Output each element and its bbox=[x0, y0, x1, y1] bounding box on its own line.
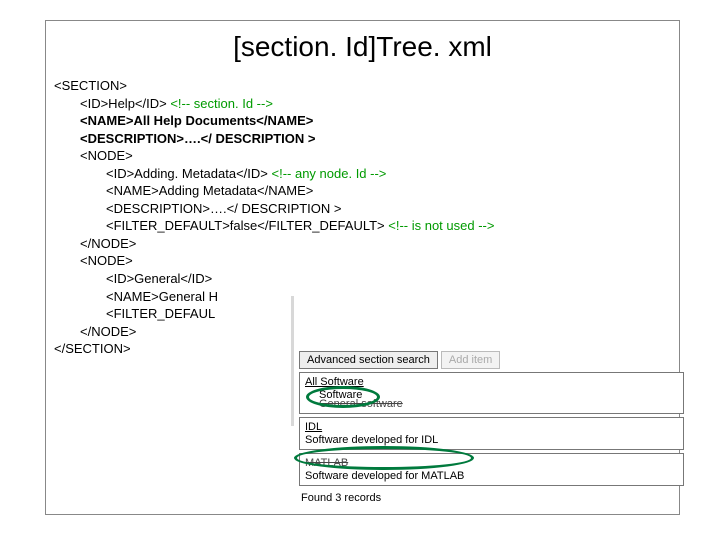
xml-text: <FILTER_DEFAULT>false</FILTER_DEFAULT> bbox=[106, 218, 388, 233]
xml-line: <DESCRIPTION>….</ DESCRIPTION > bbox=[54, 200, 679, 218]
xml-line: <NAME>All Help Documents</NAME> bbox=[54, 112, 679, 130]
result-item[interactable]: MATLAB Software developed for MATLAB bbox=[299, 453, 684, 486]
tab-add-item[interactable]: Add item bbox=[441, 351, 500, 369]
sub-text-struck: General software bbox=[305, 398, 678, 410]
slide-card: [section. Id]Tree. xml <SECTION> <ID>Hel… bbox=[45, 20, 680, 515]
xml-comment: <!-- section. Id --> bbox=[170, 96, 273, 111]
xml-line: <NAME>Adding Metadata</NAME> bbox=[54, 182, 679, 200]
tab-advanced-search[interactable]: Advanced section search bbox=[299, 351, 438, 369]
result-title-struck: MATLAB bbox=[305, 457, 678, 469]
xml-text: <ID>Adding. Metadata</ID> bbox=[106, 166, 272, 181]
separator-bar bbox=[291, 296, 294, 426]
xml-line: <FILTER_DEFAULT>false</FILTER_DEFAULT> <… bbox=[54, 217, 679, 235]
xml-line: </NODE> bbox=[54, 323, 679, 341]
xml-line: <SECTION> bbox=[54, 77, 679, 95]
xml-line: </NODE> bbox=[54, 235, 679, 253]
xml-line: <DESCRIPTION>….</ DESCRIPTION > bbox=[54, 130, 679, 148]
result-title: All Software bbox=[305, 376, 678, 388]
result-subtitle: Software developed for MATLAB bbox=[305, 470, 678, 482]
result-item[interactable]: IDL Software developed for IDL bbox=[299, 417, 684, 450]
result-subtitle: Software developed for IDL bbox=[305, 434, 678, 446]
xml-code-block: <SECTION> <ID>Help</ID> <!-- section. Id… bbox=[46, 77, 679, 358]
result-title: IDL bbox=[305, 421, 678, 433]
result-item[interactable]: All Software Software General software bbox=[299, 372, 684, 414]
xml-line: <FILTER_DEFAUL bbox=[54, 305, 679, 323]
slide-title: [section. Id]Tree. xml bbox=[46, 21, 679, 77]
xml-line: <NODE> bbox=[54, 252, 679, 270]
xml-line: <ID>General</ID> bbox=[54, 270, 679, 288]
xml-line: <NAME>General H bbox=[54, 288, 679, 306]
xml-line: <NODE> bbox=[54, 147, 679, 165]
status-text: Found 3 records bbox=[299, 492, 684, 504]
xml-comment: <!-- any node. Id --> bbox=[272, 166, 387, 181]
search-results-panel: Advanced section search Add item All Sof… bbox=[299, 351, 684, 504]
xml-text: <ID>Help</ID> bbox=[80, 96, 170, 111]
xml-line: <ID>Help</ID> <!-- section. Id --> bbox=[54, 95, 679, 113]
tab-row: Advanced section search Add item bbox=[299, 351, 684, 369]
xml-line: <ID>Adding. Metadata</ID> <!-- any node.… bbox=[54, 165, 679, 183]
xml-comment: <!-- is not used --> bbox=[388, 218, 494, 233]
